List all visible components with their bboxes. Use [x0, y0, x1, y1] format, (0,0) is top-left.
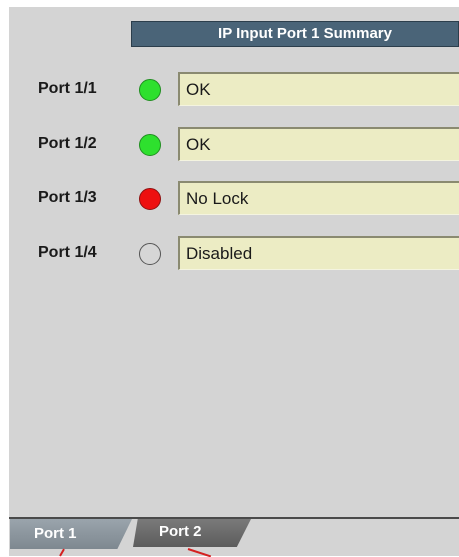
port-row-1-2: Port 1/2 OK: [0, 127, 459, 163]
tab-strip-divider: [9, 517, 459, 519]
port-row-1-4: Port 1/4 Disabled: [0, 236, 459, 272]
port-label: Port 1/1: [38, 80, 97, 97]
status-field: OK: [178, 127, 459, 161]
port-row-1-1: Port 1/1 OK: [0, 72, 459, 108]
status-field: Disabled: [178, 236, 459, 270]
status-field: No Lock: [178, 181, 459, 215]
tab-port-2[interactable]: Port 2: [133, 519, 251, 547]
port-row-1-3: Port 1/3 No Lock: [0, 181, 459, 217]
status-led-icon: [139, 188, 161, 210]
status-led-icon: [139, 79, 161, 101]
port-label: Port 1/2: [38, 135, 97, 152]
status-led-icon: [139, 243, 161, 265]
tab-port-1[interactable]: Port 1: [10, 519, 132, 549]
port-label: Port 1/4: [38, 244, 97, 261]
summary-header: IP Input Port 1 Summary: [131, 21, 459, 47]
status-led-icon: [139, 134, 161, 156]
port-label: Port 1/3: [38, 189, 97, 206]
status-field: OK: [178, 72, 459, 106]
